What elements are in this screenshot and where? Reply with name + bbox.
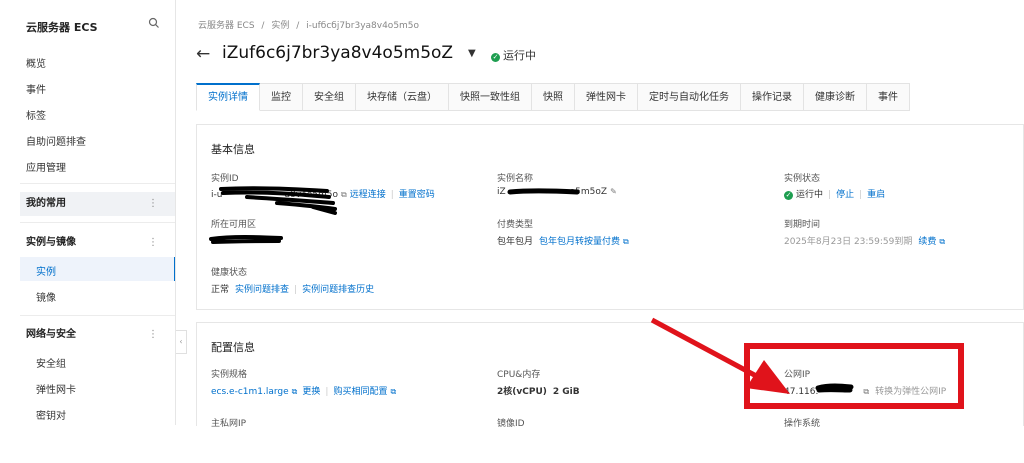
annotation-highlight-box [744, 343, 964, 409]
